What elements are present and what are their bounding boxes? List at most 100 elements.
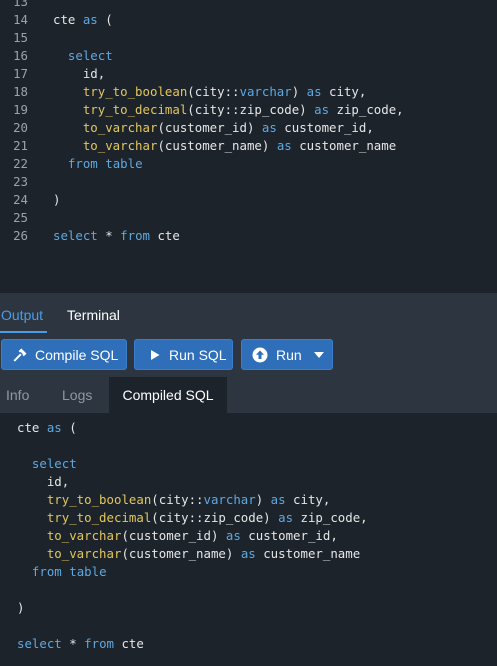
line-number: 22 xyxy=(13,156,28,171)
run-sql-label: Run SQL xyxy=(169,346,227,363)
compiled-line: ) xyxy=(17,599,24,617)
arrow-up-circle-icon xyxy=(252,347,268,363)
compiled-line: to_varchar(customer_name) as customer_na… xyxy=(17,545,360,563)
code-token: to_varchar xyxy=(82,138,158,153)
code-token: cte xyxy=(150,228,180,243)
code-token: varchar xyxy=(203,492,256,507)
code-token: from xyxy=(84,636,114,651)
code-token: from xyxy=(67,156,98,171)
code-token: city, xyxy=(285,492,331,507)
code-token: city, xyxy=(321,84,367,99)
subtab-compiled-sql[interactable]: Compiled SQL xyxy=(109,377,227,413)
compiled-line: try_to_boolean(city::varchar) as city, xyxy=(17,491,330,509)
line-code: select * from cte xyxy=(53,227,180,245)
subtab-info[interactable]: Info xyxy=(6,377,29,413)
code-token: (city::zip_code) xyxy=(151,510,279,525)
tab-output[interactable]: Output xyxy=(1,307,43,323)
code-token: cte xyxy=(17,420,47,435)
code-token: as xyxy=(82,12,98,27)
code-token: to_varchar xyxy=(46,546,122,561)
code-token: from xyxy=(120,228,150,243)
line-code: to_varchar(customer_id) as customer_id, xyxy=(53,119,374,137)
code-token: as xyxy=(276,138,292,153)
line-number: 19 xyxy=(13,102,28,117)
code-editor[interactable]: 13 14 cte as (15 16 select 17 id, 18 try_to_b… xyxy=(0,0,497,293)
code-token: cte xyxy=(114,636,144,651)
line-number: 15 xyxy=(13,30,28,45)
code-token: as xyxy=(240,546,256,561)
tab-terminal[interactable]: Terminal xyxy=(67,307,120,323)
code-token: * xyxy=(97,228,121,243)
code-token: to_varchar xyxy=(82,120,158,135)
caret-down-icon[interactable] xyxy=(313,351,324,358)
hammer-icon xyxy=(12,347,28,363)
code-token: table xyxy=(105,156,143,171)
editor-line: 18 try_to_boolean(city::varchar) as city… xyxy=(0,83,497,101)
code-token: ( xyxy=(97,12,113,27)
line-code: id, xyxy=(53,65,105,83)
code-token: ) xyxy=(17,600,25,615)
compiled-line: select * from cte xyxy=(17,635,144,653)
compiled-line: from table xyxy=(17,563,107,581)
compiled-line: try_to_decimal(city::zip_code) as zip_co… xyxy=(17,509,368,527)
compiled-line: select xyxy=(17,455,77,473)
code-token: customer_name xyxy=(291,138,397,153)
code-token: (customer_name) xyxy=(121,546,241,561)
code-token: customer_id, xyxy=(276,120,374,135)
compile-sql-button[interactable]: Compile SQL xyxy=(1,339,127,370)
compiled-line: to_varchar(customer_id) as customer_id, xyxy=(17,527,338,545)
code-token: (customer_name) xyxy=(157,138,277,153)
subtab-logs[interactable]: Logs xyxy=(62,377,92,413)
line-number: 17 xyxy=(13,66,28,81)
line-number: 18 xyxy=(13,84,28,99)
line-number: 20 xyxy=(13,120,28,135)
editor-line: 24) xyxy=(0,191,497,209)
code-token: zip_code, xyxy=(329,102,404,117)
line-number: 16 xyxy=(13,48,28,63)
code-token: (city::zip_code) xyxy=(187,102,315,117)
line-number: 24 xyxy=(13,192,28,207)
code-token: varchar xyxy=(239,84,292,99)
code-token: id, xyxy=(53,66,106,81)
code-token: as xyxy=(270,492,286,507)
line-code: select xyxy=(53,47,113,65)
code-token: table xyxy=(69,564,107,579)
line-code: to_varchar(customer_name) as customer_na… xyxy=(53,137,396,155)
code-token: (customer_id) xyxy=(121,528,226,543)
code-token: as xyxy=(278,510,294,525)
editor-line: 17 id, xyxy=(0,65,497,83)
editor-line: 14 cte as ( xyxy=(0,11,497,29)
code-token: select xyxy=(17,636,62,651)
code-token: select xyxy=(31,456,77,471)
run-button[interactable]: Run xyxy=(241,339,333,370)
compile-sql-label: Compile SQL xyxy=(35,346,119,363)
code-token: to_varchar xyxy=(46,528,122,543)
code-token: * xyxy=(61,636,85,651)
line-code: try_to_decimal(city::zip_code) as zip_co… xyxy=(53,101,404,119)
editor-line: 21 to_varchar(customer_name) as customer… xyxy=(0,137,497,155)
code-token: (customer_id) xyxy=(157,120,262,135)
code-token: as xyxy=(261,120,277,135)
line-number: 23 xyxy=(13,174,28,189)
run-sql-button[interactable]: Run SQL xyxy=(134,339,233,370)
code-token: from xyxy=(31,564,62,579)
code-token: try_to_boolean xyxy=(46,492,152,507)
editor-line: 25 xyxy=(0,209,497,227)
line-number: 26 xyxy=(13,228,28,243)
run-label: Run xyxy=(276,346,302,363)
code-token: ) xyxy=(291,84,307,99)
editor-line: 26 select * from cte xyxy=(0,227,497,245)
code-token: as xyxy=(46,420,62,435)
play-icon xyxy=(149,349,161,361)
code-token: customer_id, xyxy=(240,528,338,543)
code-token: id, xyxy=(17,474,70,489)
editor-line: 23 xyxy=(0,173,497,191)
editor-line: 19 try_to_decimal(city::zip_code) as zip… xyxy=(0,101,497,119)
